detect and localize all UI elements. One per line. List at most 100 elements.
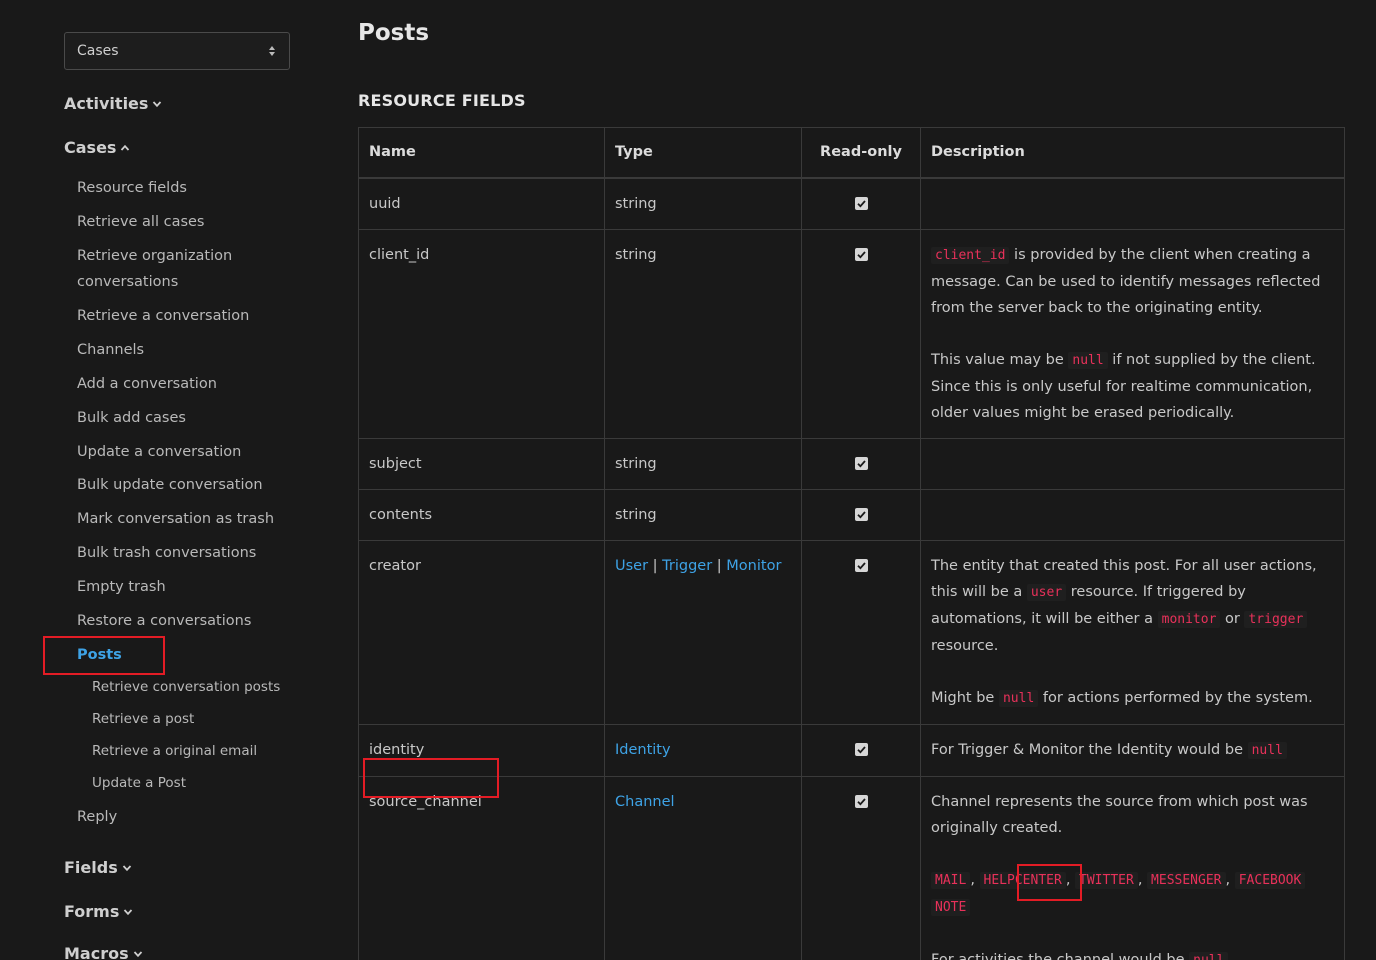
field-name: uuid bbox=[358, 177, 605, 230]
page-title: Posts bbox=[358, 20, 430, 46]
field-name: identity bbox=[358, 724, 605, 777]
field-type: Channel bbox=[604, 776, 802, 960]
code-separator: , bbox=[1137, 872, 1143, 888]
sidebar: Cases Activities Cases Resource fields R… bbox=[0, 0, 320, 960]
checkbox-checked-icon bbox=[854, 457, 868, 470]
field-description bbox=[920, 438, 1345, 490]
description-text: or bbox=[1220, 611, 1245, 627]
nav-group-label: Cases bbox=[64, 138, 117, 157]
field-name: creator bbox=[358, 540, 605, 725]
description-text: For Trigger & Monitor the Identity would… bbox=[931, 742, 1248, 758]
code-token-messenger: MESSENGER bbox=[1147, 872, 1226, 889]
nav-item-add-a-conversation[interactable]: Add a conversation bbox=[77, 371, 217, 397]
field-type: string bbox=[604, 489, 802, 541]
nav-item-empty-trash[interactable]: Empty trash bbox=[77, 574, 166, 600]
field-name: contents bbox=[358, 489, 605, 541]
nav-item-retrieve-all-cases[interactable]: Retrieve all cases bbox=[77, 209, 205, 235]
read-only-cell bbox=[801, 438, 921, 490]
code-token: null bbox=[1189, 952, 1229, 960]
code-token: null bbox=[1068, 352, 1108, 369]
resource-fields-table: Name Type Read-only Description uuid str… bbox=[358, 127, 1345, 960]
table-row: uuid string bbox=[358, 177, 1345, 230]
description-text: Might be bbox=[931, 690, 999, 706]
nav-subitem-retrieve-a-original-email[interactable]: Retrieve a original email bbox=[92, 743, 257, 759]
select-arrows-icon bbox=[269, 44, 277, 60]
nav-group-cases[interactable]: Cases bbox=[64, 138, 130, 157]
nav-item-bulk-add-cases[interactable]: Bulk add cases bbox=[77, 405, 186, 431]
header-read-only: Read-only bbox=[801, 127, 921, 179]
checkbox-checked-icon bbox=[854, 197, 868, 210]
nav-subitem-retrieve-conversation-posts[interactable]: Retrieve conversation posts bbox=[92, 679, 280, 695]
checkbox-checked-icon bbox=[854, 559, 868, 572]
nav-item-bulk-update-conversation[interactable]: Bulk update conversation bbox=[77, 472, 263, 498]
nav-group-activities[interactable]: Activities bbox=[64, 94, 162, 113]
nav-subitem-retrieve-a-post[interactable]: Retrieve a post bbox=[92, 711, 194, 727]
description-text: resource. bbox=[931, 638, 999, 654]
type-link-channel[interactable]: Channel bbox=[615, 794, 675, 810]
checkbox-checked-icon bbox=[854, 743, 868, 756]
nav-group-label: Macros bbox=[64, 944, 129, 960]
nav-item-bulk-trash-conversations[interactable]: Bulk trash conversations bbox=[77, 540, 256, 566]
nav-item-channels[interactable]: Channels bbox=[77, 337, 144, 363]
code-separator: , bbox=[970, 872, 975, 888]
nav-item-retrieve-organization-conversations[interactable]: Retrieve organization conversations bbox=[77, 243, 277, 295]
field-description: The entity that created this post. For a… bbox=[920, 540, 1345, 725]
table-header-row: Name Type Read-only Description bbox=[358, 127, 1345, 179]
chevron-up-icon bbox=[120, 143, 130, 153]
field-description: client_id is provided by the client when… bbox=[920, 229, 1345, 439]
code-separator: , bbox=[1065, 872, 1071, 888]
nav-group-label: Fields bbox=[64, 858, 118, 877]
nav-group-fields[interactable]: Fields bbox=[64, 858, 132, 877]
nav-group-label: Forms bbox=[64, 902, 120, 921]
table-row: source_channel Channel Channel represent… bbox=[358, 776, 1345, 960]
field-description: Channel represents the source from which… bbox=[920, 776, 1345, 960]
code-token-twitter: TWITTER bbox=[1075, 872, 1138, 889]
type-link-identity[interactable]: Identity bbox=[615, 742, 671, 758]
nav-group-forms[interactable]: Forms bbox=[64, 902, 133, 921]
nav-item-posts[interactable]: Posts bbox=[77, 642, 122, 668]
description-text: This value may be bbox=[931, 352, 1069, 368]
code-token: null bbox=[998, 690, 1039, 707]
nav-group-macros[interactable]: Macros bbox=[64, 944, 143, 960]
nav-item-update-a-conversation[interactable]: Update a conversation bbox=[77, 439, 241, 465]
chevron-down-icon bbox=[122, 863, 132, 873]
checkbox-checked-icon bbox=[854, 248, 868, 261]
field-description bbox=[920, 489, 1345, 541]
type-separator: | bbox=[652, 558, 658, 574]
nav-group-label: Activities bbox=[64, 94, 149, 113]
field-type: Identity bbox=[604, 724, 802, 777]
type-link-trigger[interactable]: Trigger bbox=[662, 558, 712, 574]
type-link-user[interactable]: User bbox=[615, 558, 648, 574]
code-token-note: NOTE bbox=[931, 899, 971, 916]
description-text: Channel represents the source from which… bbox=[931, 794, 1308, 836]
type-separator: | bbox=[716, 558, 722, 574]
section-select[interactable]: Cases bbox=[64, 32, 290, 70]
nav-item-retrieve-a-conversation[interactable]: Retrieve a conversation bbox=[77, 303, 249, 329]
field-type: string bbox=[604, 177, 802, 230]
nav-item-resource-fields[interactable]: Resource fields bbox=[77, 175, 187, 201]
checkbox-checked-icon bbox=[854, 795, 868, 808]
read-only-cell bbox=[801, 489, 921, 541]
code-separator: , bbox=[1225, 872, 1231, 888]
nav-subitem-update-a-post[interactable]: Update a Post bbox=[92, 775, 186, 791]
read-only-cell bbox=[801, 724, 921, 777]
type-link-monitor[interactable]: Monitor bbox=[726, 558, 781, 574]
code-token: trigger bbox=[1244, 611, 1308, 628]
nav-item-reply[interactable]: Reply bbox=[77, 804, 117, 830]
header-type: Type bbox=[604, 127, 802, 179]
code-token: null bbox=[1247, 742, 1287, 759]
table-row: client_id string client_id is provided b… bbox=[358, 229, 1345, 439]
nav-item-mark-conversation-as-trash[interactable]: Mark conversation as trash bbox=[77, 506, 274, 532]
read-only-cell bbox=[801, 540, 921, 725]
chevron-down-icon bbox=[133, 949, 143, 959]
code-token-helpcenter: HELPCENTER bbox=[979, 872, 1066, 889]
nav-item-restore-a-conversations[interactable]: Restore a conversations bbox=[77, 608, 251, 634]
field-description: For Trigger & Monitor the Identity would… bbox=[920, 724, 1345, 777]
field-type: string bbox=[604, 229, 802, 439]
header-name: Name bbox=[358, 127, 605, 179]
table-row: contents string bbox=[358, 489, 1345, 541]
chevron-down-icon bbox=[152, 99, 162, 109]
code-token: monitor bbox=[1157, 611, 1221, 628]
table-row: identity Identity For Trigger & Monitor … bbox=[358, 724, 1345, 777]
code-token-facebook: FACEBOOK bbox=[1234, 872, 1306, 889]
